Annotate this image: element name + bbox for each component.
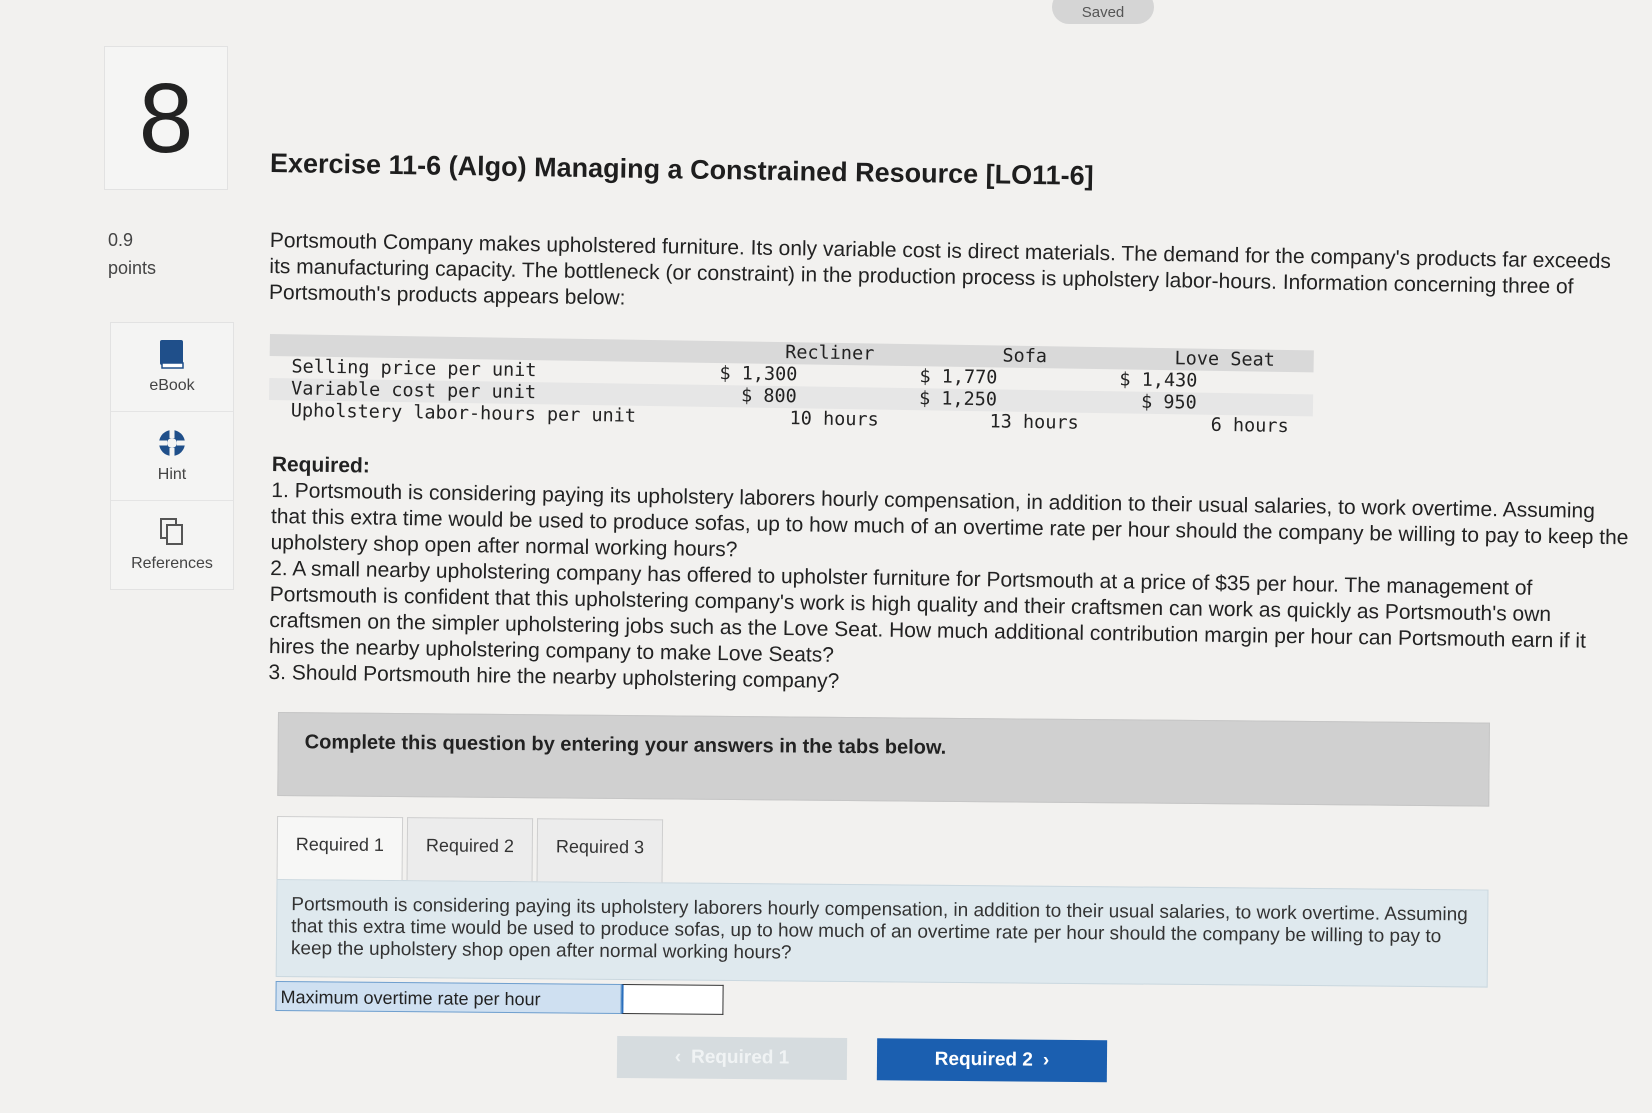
cell-sofa: $ 1,250 (918, 388, 998, 411)
answer-label: Maximum overtime rate per hour (275, 980, 622, 1015)
hint-button[interactable]: Hint (111, 412, 233, 501)
tab-required-1[interactable]: Required 1 (276, 815, 404, 881)
points-value: 0.9 (108, 230, 134, 250)
cell-recliner: $ 1,300 (719, 363, 798, 386)
cell-sofa: $ 1,770 (919, 366, 998, 389)
cell-sofa: 13 hours (989, 411, 1079, 434)
chevron-left-icon: ‹ (674, 1046, 682, 1068)
copy-pages-icon (157, 517, 187, 547)
exercise-intro: Portsmouth Company makes upholstered fur… (268, 228, 1612, 310)
exercise-title: Exercise 11-6 (Algo) Managing a Constrai… (269, 148, 1094, 191)
navigation-buttons: ‹ Required 1 Required 2 › (616, 1035, 1487, 1086)
question-text-box: Portsmouth is considering paying its uph… (275, 878, 1489, 988)
header-recliner: Recliner (785, 342, 875, 365)
points-display: 0.9 points (108, 226, 156, 282)
header-sofa: Sofa (1002, 345, 1048, 368)
tab-required-3[interactable]: Required 3 (536, 818, 664, 883)
cell-love-seat: $ 950 (1140, 391, 1197, 414)
side-tools: eBook Hint References (110, 322, 234, 590)
product-data-table: Recliner Sofa Love Seat Selling price pe… (268, 334, 1314, 438)
overtime-rate-input[interactable] (621, 984, 724, 1015)
chevron-right-icon: › (1042, 1049, 1050, 1071)
required-section: Required: 1. Portsmouth is considering p… (268, 452, 1632, 707)
book-icon (157, 339, 187, 369)
question-number-card: 8 (104, 46, 228, 190)
saved-status-badge: Saved (1052, 0, 1154, 24)
cell-recliner: $ 800 (740, 385, 797, 408)
answer-panel: Complete this question by entering your … (275, 712, 1490, 1086)
prev-button-label: Required 1 (690, 1046, 790, 1069)
tab-bar: Required 1 Required 2 Required 3 (276, 815, 1490, 890)
tab-required-2[interactable]: Required 2 (406, 817, 534, 882)
answer-row: Maximum overtime rate per hour (275, 980, 1487, 1022)
question-number: 8 (138, 63, 194, 173)
points-label: points (108, 258, 157, 278)
next-required-button[interactable]: Required 2 › (876, 1038, 1108, 1083)
row-label: Variable cost per unit (290, 378, 537, 404)
row-label: Upholstery labor-hours per unit (290, 400, 637, 427)
cell-love-seat: $ 1,430 (1119, 369, 1198, 392)
instructions-bar: Complete this question by entering your … (277, 712, 1490, 807)
cell-recliner: 10 hours (789, 408, 879, 431)
ebook-button[interactable]: eBook (111, 323, 233, 412)
ebook-label: eBook (149, 377, 195, 394)
references-button[interactable]: References (111, 501, 233, 589)
prev-required-button[interactable]: ‹ Required 1 (616, 1035, 848, 1080)
cell-love-seat: 6 hours (1210, 414, 1289, 438)
lifebuoy-icon (157, 428, 187, 458)
references-label: References (131, 555, 213, 572)
row-label: Selling price per unit (291, 356, 537, 382)
header-love-seat: Love Seat (1174, 348, 1276, 371)
hint-label: Hint (157, 466, 187, 483)
next-button-label: Required 2 (934, 1048, 1034, 1071)
